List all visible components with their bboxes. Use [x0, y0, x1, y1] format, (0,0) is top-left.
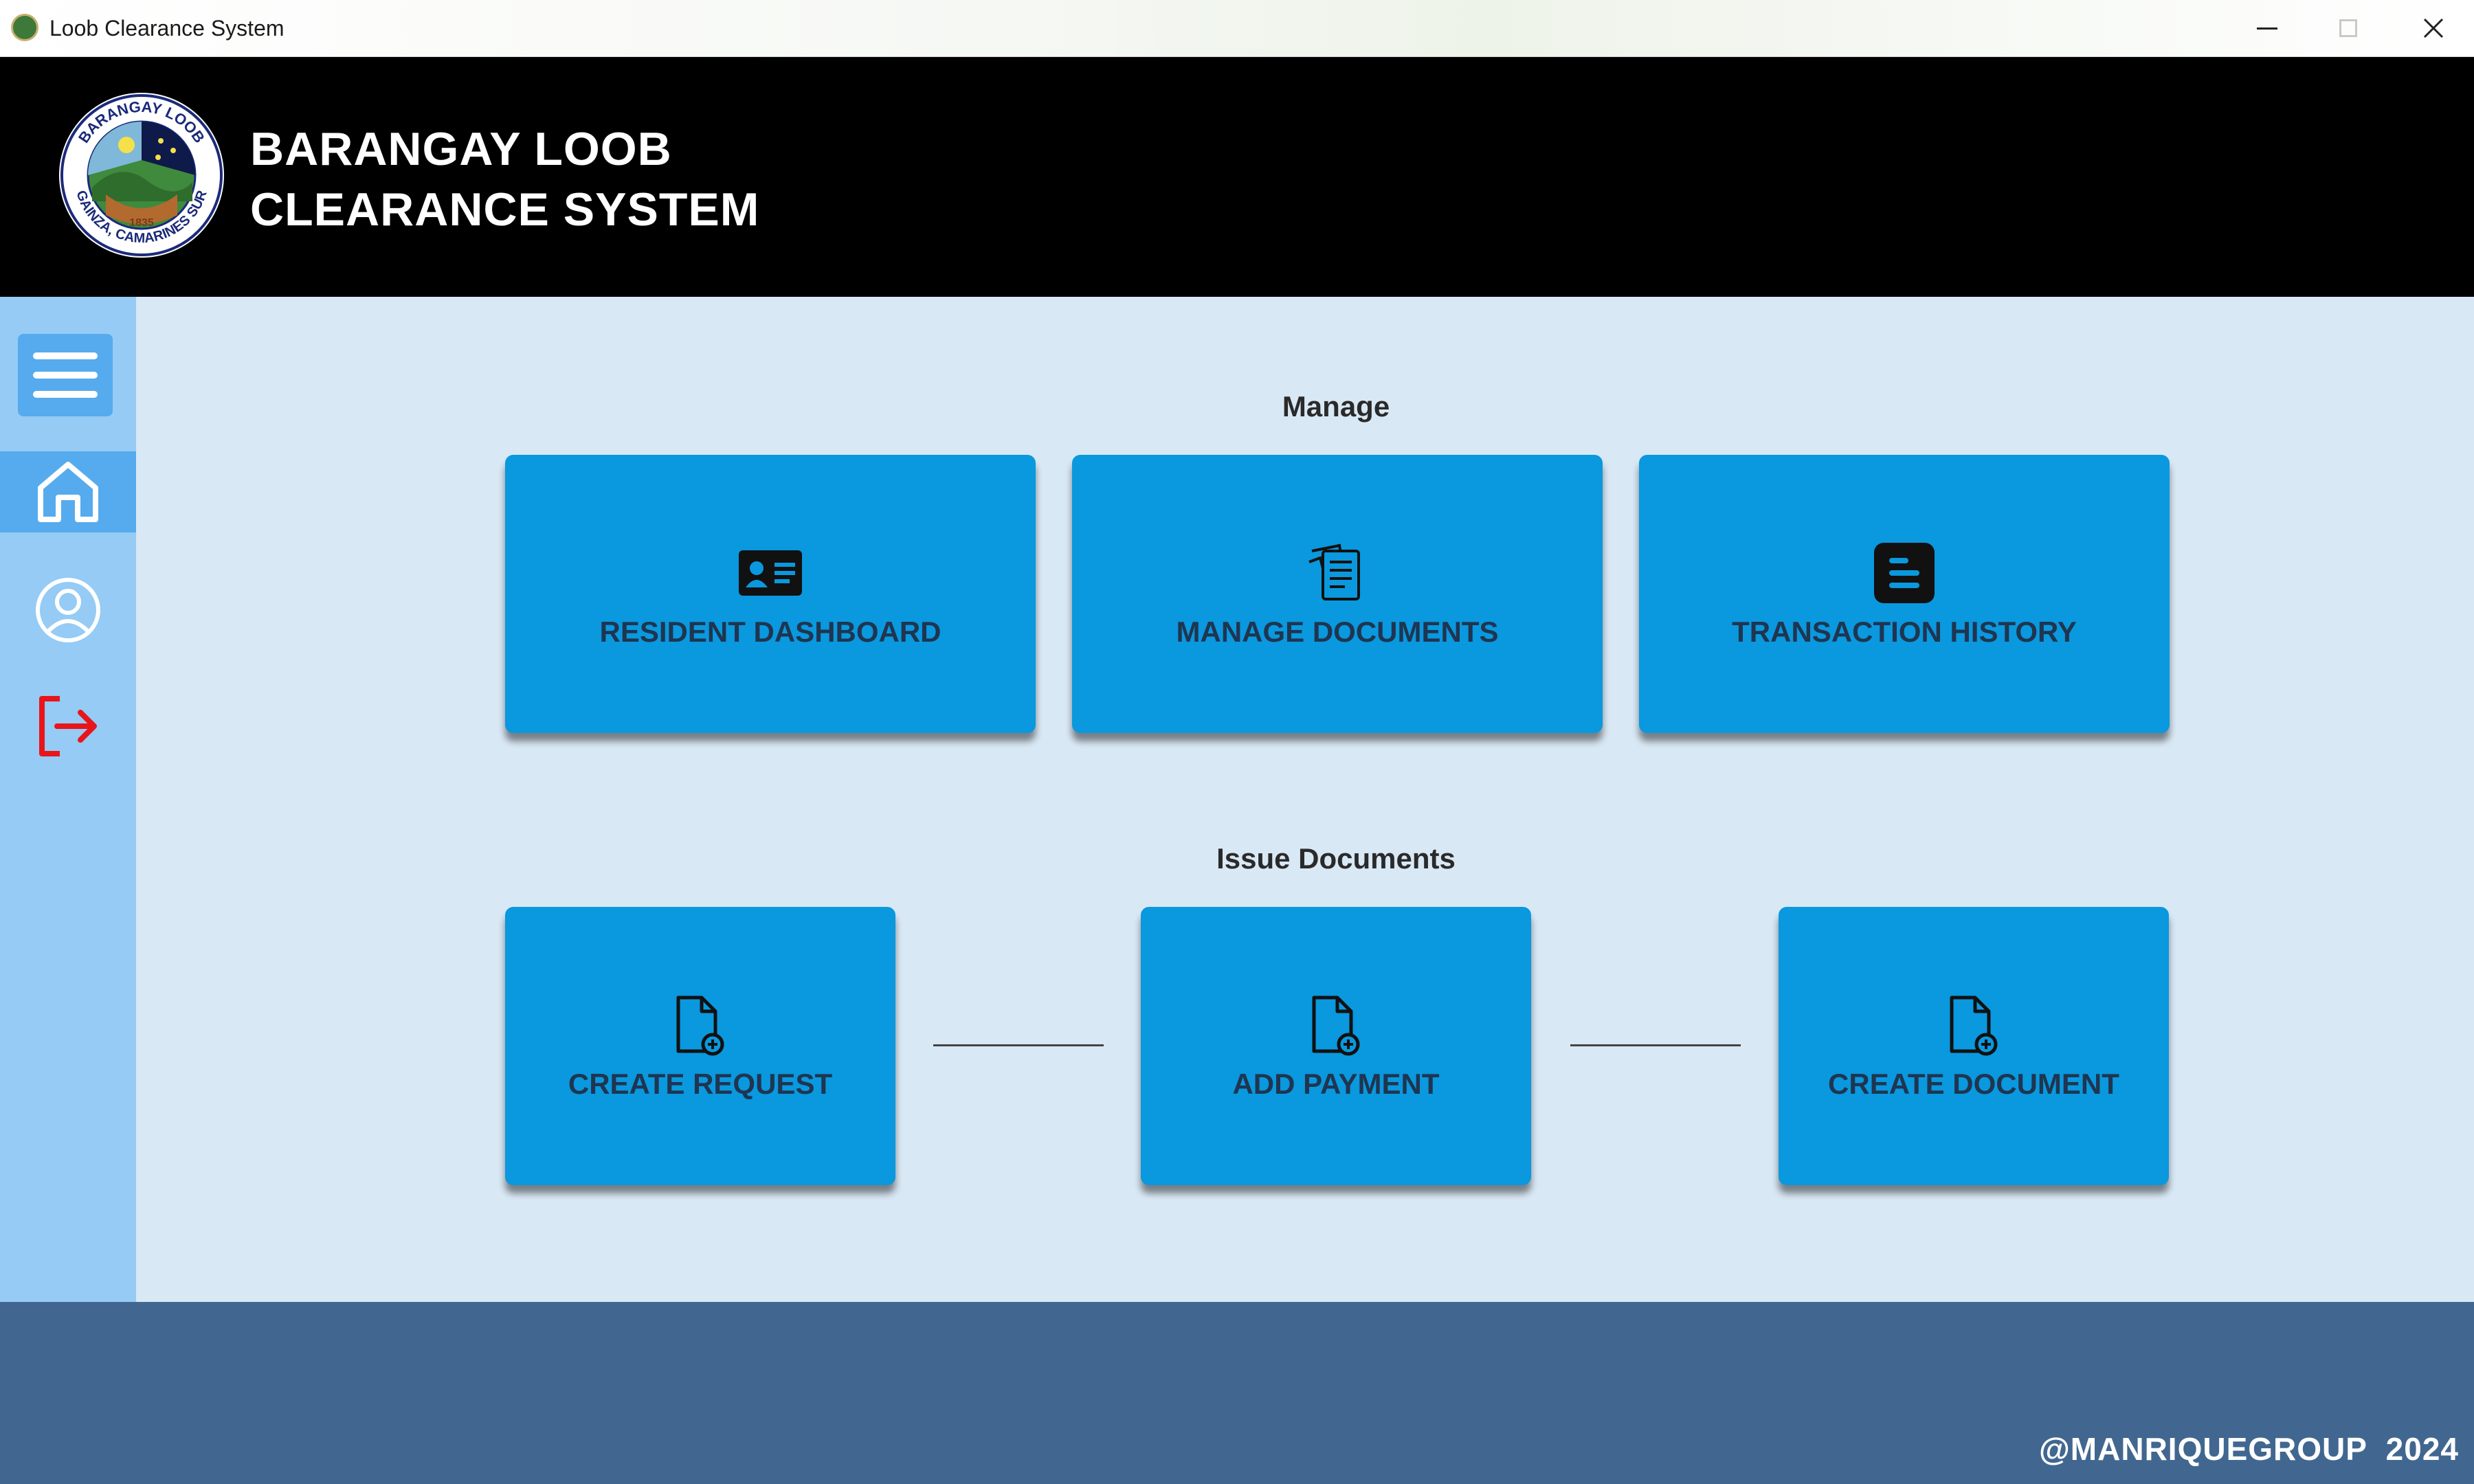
add-payment-button[interactable]: ADD PAYMENT: [1141, 907, 1531, 1185]
card-label: CREATE REQUEST: [568, 1067, 833, 1100]
card-label: ADD PAYMENT: [1232, 1067, 1440, 1100]
maximize-icon: [2339, 19, 2357, 37]
app-title: BARANGAY LOOB CLEARANCE SYSTEM: [250, 119, 759, 240]
file-add-icon: [1312, 996, 1360, 1055]
card-label: TRANSACTION HISTORY: [1732, 615, 2077, 648]
menu-button[interactable]: [18, 334, 113, 416]
create-request-button[interactable]: CREATE REQUEST: [505, 907, 895, 1185]
close-icon: [2423, 18, 2444, 38]
menu-icon: [33, 352, 98, 359]
footer: @MANRIQUEGROUP 2024: [0, 1302, 2474, 1484]
file-add-icon: [676, 996, 724, 1055]
sidebar-item-logout[interactable]: [0, 686, 136, 767]
barangay-seal-logo: BARANGAY LOOB GAINZA, CAMARINES SUR 1835: [59, 93, 224, 258]
app-title-line-1: BARANGAY LOOB: [250, 123, 672, 175]
copyright-text: @MANRIQUEGROUP 2024: [2038, 1431, 2459, 1467]
app-header: BARANGAY LOOB GAINZA, CAMARINES SUR 1835…: [0, 57, 2474, 297]
minimize-button[interactable]: [2227, 0, 2308, 56]
step-connector: [1570, 1044, 1741, 1046]
manage-documents-button[interactable]: MANAGE DOCUMENTS: [1072, 455, 1603, 733]
sidebar-item-home[interactable]: [0, 451, 136, 532]
file-add-icon: [1950, 996, 1998, 1055]
card-label: RESIDENT DASHBOARD: [599, 615, 941, 648]
window-title-bar: Loob Clearance System: [0, 0, 2474, 57]
sidebar-item-profile[interactable]: [0, 570, 136, 651]
svg-text:1835: 1835: [129, 217, 154, 229]
id-card-icon: [739, 550, 802, 596]
sidebar: [0, 297, 136, 1302]
app-title-line-2: CLEARANCE SYSTEM: [250, 183, 760, 236]
home-icon: [38, 462, 98, 522]
section-title-issue-documents: Issue Documents: [1216, 842, 1456, 875]
window-title: Loob Clearance System: [49, 16, 285, 41]
transaction-history-button[interactable]: TRANSACTION HISTORY: [1639, 455, 2170, 733]
app-icon: [11, 14, 38, 41]
user-icon: [36, 578, 100, 642]
card-label: MANAGE DOCUMENTS: [1176, 615, 1499, 648]
minimize-icon: [2257, 27, 2277, 30]
maximize-button[interactable]: [2308, 0, 2389, 56]
main-content: Manage RESIDENT DASHBOARD MANAGE DOCUMEN…: [136, 297, 2474, 1302]
step-connector: [933, 1044, 1104, 1046]
logout-icon: [39, 696, 97, 756]
close-button[interactable]: [2393, 0, 2474, 56]
create-document-button[interactable]: CREATE DOCUMENT: [1779, 907, 2169, 1185]
history-icon: [1874, 542, 1935, 603]
resident-dashboard-button[interactable]: RESIDENT DASHBOARD: [505, 455, 1036, 733]
card-label: CREATE DOCUMENT: [1828, 1067, 2119, 1100]
section-title-manage: Manage: [1282, 390, 1390, 423]
documents-icon: [1308, 543, 1360, 600]
